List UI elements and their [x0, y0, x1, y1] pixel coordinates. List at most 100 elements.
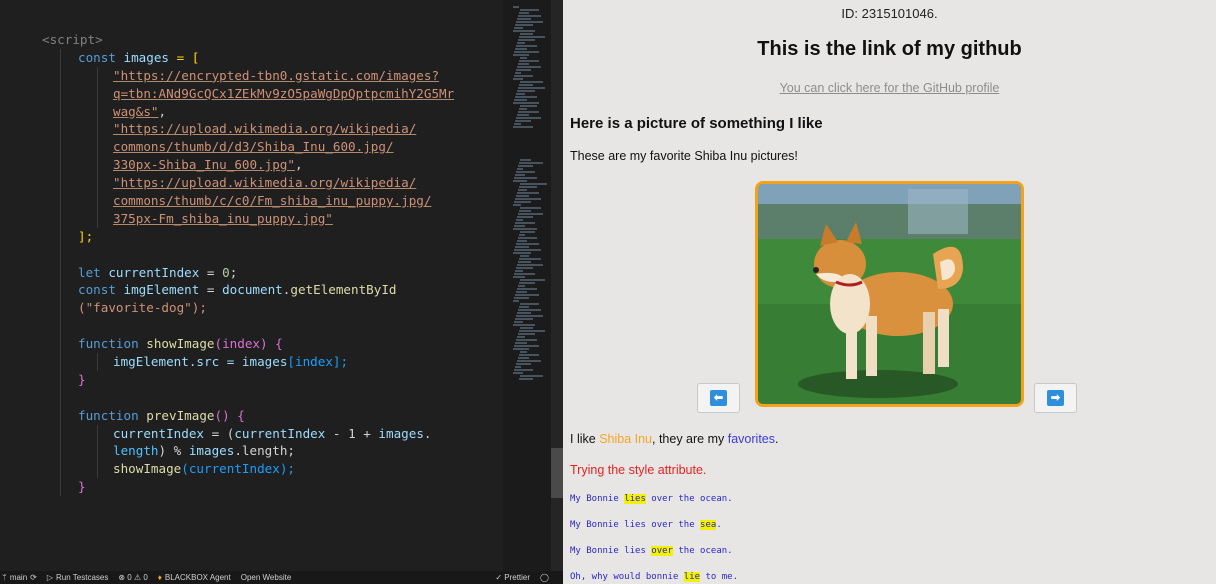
function-name: showImage: [113, 461, 182, 477]
string: "https://encrypted-tbn0.gstatic.com/imag…: [113, 67, 440, 83]
minimap-line: [518, 261, 531, 263]
minimap-line: [515, 48, 527, 50]
minimap-line: [516, 117, 541, 119]
params: () {: [214, 407, 245, 423]
keyword: let: [78, 264, 101, 280]
minimap-line: [518, 237, 537, 239]
minimap-line: [514, 75, 533, 77]
branch-label: main: [9, 573, 28, 582]
style-attribute-text: Trying the style attribute.: [570, 463, 707, 477]
punct: .length;: [234, 443, 296, 459]
string: commons/thumb/c/c0/Fm_shiba_inu_puppy.jp…: [113, 193, 432, 209]
minimap-line: [514, 99, 527, 101]
minimap-line: [518, 111, 539, 113]
minimap-line: [516, 195, 529, 197]
minimap-line: [520, 33, 533, 35]
code-line: showImage(currentIndex);: [0, 460, 503, 479]
minimap-line: [513, 6, 519, 8]
minimap-line: [517, 288, 537, 290]
identifier: document: [222, 282, 283, 298]
minimap-line: [515, 24, 533, 26]
string: 375px-Fm_shiba_inu_puppy.jpg": [113, 210, 333, 226]
code-line: 330px-Shiba_Inu_600.jpg",: [0, 156, 503, 175]
code-line: imgElement.src = images[index];: [0, 353, 503, 371]
branch-indicator[interactable]: ᛘ main ⟳: [2, 573, 37, 582]
minimap-line: [520, 279, 545, 281]
minimap-line: [520, 303, 539, 305]
minimap-line: [514, 123, 521, 125]
minimap-line: [517, 240, 527, 242]
minimap-line: [519, 84, 533, 86]
code-line: commons/thumb/c/c0/Fm_shiba_inu_puppy.jp…: [0, 192, 503, 210]
minimap-line: [513, 276, 525, 278]
open-website-button[interactable]: Open Website: [241, 573, 292, 582]
keyword: const: [78, 49, 116, 65]
string: 330px-Shiba_Inu_600.jpg": [113, 157, 295, 173]
minimap-line: [513, 252, 531, 254]
code-line: }: [0, 478, 503, 497]
minimap-line: [520, 105, 537, 107]
github-profile-link[interactable]: You can click here for the GitHub profil…: [563, 81, 1216, 95]
minimap-line: [519, 306, 529, 308]
string: q=tbn:ANd9GcQCx1ZEkMv9zO5paWgDpQptpcmihY…: [113, 85, 455, 101]
minimap-line: [518, 213, 543, 215]
code-line: "https://encrypted-tbn0.gstatic.com/imag…: [0, 66, 503, 85]
minimap-line: [519, 12, 529, 14]
punct: = (: [204, 425, 235, 441]
minimap-line: [520, 255, 529, 257]
minimap-line: [519, 60, 539, 62]
minimap-line: [517, 18, 531, 20]
problems-indicator[interactable]: ⊗ 0 ⚠ 0: [118, 573, 147, 582]
poem-line: My Bonnie lies over the sea.: [570, 520, 722, 530]
favorites-text: favorites: [727, 432, 775, 446]
punct: .: [423, 425, 432, 441]
minimap-line: [520, 207, 541, 209]
minimap-line: [519, 162, 543, 164]
code-line: let currentIndex = 0;: [0, 263, 503, 282]
minimap-line: [520, 159, 531, 161]
previous-image-button[interactable]: ⬅: [697, 383, 740, 413]
minimap-line: [513, 204, 521, 206]
scrollbar-thumb[interactable]: [551, 448, 563, 498]
code-line: length) % images.length;: [0, 442, 503, 461]
minimap-line: [514, 177, 537, 179]
code-line: "https://upload.wikimedia.org/wikipedia/: [0, 174, 503, 193]
minimap-line: [518, 63, 529, 65]
prettier-indicator[interactable]: ✓ Prettier: [495, 573, 530, 582]
minimap-line: [516, 93, 525, 95]
minimap-line: [515, 294, 539, 296]
minimap-line: [513, 54, 529, 56]
code-editor[interactable]: <script> const images = [ "https://encry…: [0, 0, 503, 571]
minimap-line: [514, 27, 523, 29]
code-line: currentIndex = (currentIndex - 1 + image…: [0, 424, 503, 443]
keyword: const: [78, 282, 116, 298]
bell-icon[interactable]: ◯: [540, 573, 549, 582]
code-area[interactable]: <script> const images = [ "https://encry…: [0, 31, 503, 497]
poem-line: My Bonnie lies over the ocean.: [570, 494, 733, 504]
code-line: const imgElement = document.getElementBy…: [0, 281, 503, 300]
minimap-line: [517, 312, 531, 314]
punct: ];: [78, 228, 94, 244]
minimap-line: [513, 102, 539, 104]
poem-line: Oh, why would bonnie lie to me.: [570, 572, 738, 582]
next-image-button[interactable]: ➡: [1034, 383, 1077, 413]
minimap-line: [518, 165, 533, 167]
minimap-line: [519, 354, 539, 356]
sync-icon: ⟳: [30, 573, 37, 582]
arrow-left-icon: ⬅: [710, 390, 727, 406]
punct: }: [78, 371, 86, 387]
function-name: getElementById: [290, 282, 397, 298]
minimap-line: [518, 333, 535, 335]
code-line: [0, 317, 503, 336]
minimap[interactable]: [503, 0, 551, 571]
minimap-line: [517, 192, 539, 194]
minimap-line: [514, 51, 539, 53]
run-testcases-button[interactable]: ▷ Run Testcases: [47, 573, 108, 582]
blackbox-agent-button[interactable]: ♦ BLACKBOX Agent: [158, 573, 231, 582]
minimap-line: [515, 222, 535, 224]
punct: [index];: [287, 354, 349, 370]
code-line: [0, 388, 503, 407]
code-line: <script>: [0, 31, 503, 49]
minimap-line: [517, 216, 533, 218]
string: wag&s": [113, 103, 159, 119]
